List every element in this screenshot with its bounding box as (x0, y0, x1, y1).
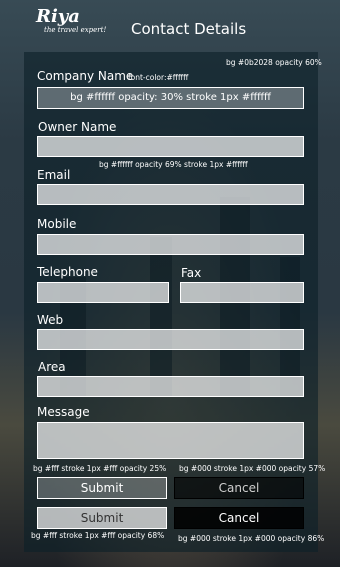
panel-style-note: bg #0b2028 opacity 60% (226, 58, 322, 67)
cancel-button[interactable]: Cancel (174, 477, 304, 499)
fax-label: Fax (181, 266, 202, 280)
logo-text: Riya (36, 6, 80, 27)
company-name-label: Company Name (37, 69, 134, 83)
web-input[interactable] (37, 329, 304, 350)
telephone-input[interactable] (37, 282, 169, 303)
logo-tagline: the travel expert! (44, 26, 107, 34)
cancel-alt-style-note: bg #000 stroke 1px #000 opacity 86% (178, 534, 325, 543)
message-textarea[interactable] (37, 422, 304, 459)
owner-name-label: Owner Name (38, 120, 117, 134)
page-title: Contact Details (131, 20, 247, 38)
field-style-note: bg #ffffff opacity 69% stroke 1px #fffff… (99, 160, 248, 169)
telephone-label: Telephone (37, 265, 98, 279)
cancel-style-note: bg #000 stroke 1px #000 opacity 57% (179, 464, 326, 473)
message-label: Message (37, 405, 90, 419)
web-label: Web (37, 313, 64, 327)
label-color-note: font-color:#ffffff (128, 73, 189, 82)
submit-style-note: bg #fff stroke 1px #fff opacity 25% (33, 464, 167, 473)
submit-button-alt[interactable]: Submit (37, 507, 167, 529)
mobile-input[interactable] (37, 234, 304, 255)
fax-input[interactable] (180, 282, 304, 303)
company-name-input[interactable]: bg #ffffff opacity: 30% stroke 1px #ffff… (37, 87, 304, 109)
email-label: Email (37, 168, 71, 182)
riya-logo: Riya the travel expert! (36, 6, 107, 35)
mobile-label: Mobile (37, 217, 77, 231)
submit-alt-style-note: bg #fff stroke 1px #fff opacity 68% (31, 531, 165, 540)
cancel-button-alt[interactable]: Cancel (174, 507, 304, 529)
email-input[interactable] (37, 184, 304, 205)
area-label: Area (38, 360, 66, 374)
area-input[interactable] (37, 376, 304, 397)
owner-name-input[interactable] (37, 136, 304, 157)
submit-button[interactable]: Submit (37, 477, 167, 499)
